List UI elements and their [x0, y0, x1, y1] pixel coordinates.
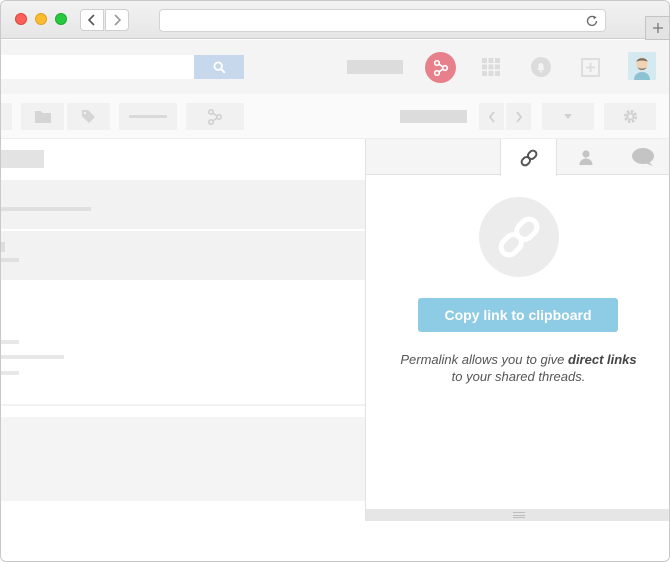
- list-item[interactable]: [1, 180, 365, 229]
- close-window-button[interactable]: [15, 13, 27, 25]
- search-button[interactable]: [194, 55, 244, 79]
- app-header: [1, 40, 669, 94]
- search-icon: [212, 60, 226, 74]
- search-input[interactable]: [1, 55, 194, 79]
- reload-icon[interactable]: [585, 14, 599, 28]
- permalink-illustration: [479, 197, 559, 277]
- grip-icon: [512, 512, 525, 518]
- apps-grid-icon: [482, 58, 500, 76]
- maximize-window-button[interactable]: [55, 13, 67, 25]
- header-placeholder: [347, 60, 403, 74]
- text-placeholder: [1, 207, 91, 211]
- new-tab-button[interactable]: [645, 16, 669, 40]
- address-bar[interactable]: [159, 9, 606, 32]
- avatar[interactable]: [628, 52, 656, 80]
- resize-handle[interactable]: [366, 509, 669, 521]
- panel-tabs: [366, 139, 669, 176]
- user-avatar-icon: [628, 52, 656, 80]
- gear-icon: [623, 110, 637, 123]
- text-placeholder: [1, 371, 19, 375]
- next-page-button[interactable]: [506, 103, 531, 130]
- back-icon: [87, 14, 95, 26]
- add-button[interactable]: [579, 55, 603, 79]
- notification-bell-icon: [531, 57, 551, 77]
- divider: [1, 404, 365, 406]
- share-thread-button[interactable]: [186, 103, 244, 130]
- share-icon: [433, 59, 448, 76]
- description-text: to your shared threads.: [451, 369, 586, 384]
- description-text: Permalink allows you to give: [400, 352, 568, 367]
- move-to-folder-button[interactable]: [21, 103, 64, 130]
- user-icon: [579, 150, 592, 165]
- add-icon: [581, 58, 600, 77]
- notifications-button[interactable]: [529, 55, 553, 79]
- comment-icon: [631, 148, 654, 166]
- share-button[interactable]: [425, 52, 456, 83]
- text-placeholder: [1, 355, 64, 359]
- settings-button[interactable]: [604, 103, 656, 130]
- toolbar-button-partial[interactable]: [1, 103, 12, 130]
- placeholder-bar: [129, 115, 167, 118]
- tab-comments[interactable]: [614, 139, 669, 175]
- permalink-panel: Copy link to clipboard Permalink allows …: [365, 139, 669, 521]
- list-header-placeholder: [1, 150, 44, 168]
- description-emphasis: direct links: [568, 352, 637, 367]
- dropdown-icon: [564, 114, 572, 119]
- label-button[interactable]: [67, 103, 110, 130]
- list-item[interactable]: [1, 281, 365, 405]
- message-toolbar: [1, 94, 669, 139]
- forward-icon: [114, 14, 122, 26]
- permalink-description: Permalink allows you to give direct link…: [396, 351, 641, 385]
- prev-icon: [488, 110, 495, 123]
- list-item[interactable]: [1, 231, 365, 280]
- next-icon: [515, 110, 522, 123]
- apps-grid-button[interactable]: [479, 55, 503, 79]
- new-tab-icon: [653, 23, 663, 33]
- tag-icon: [82, 110, 95, 123]
- browser-toolbar: [1, 1, 669, 40]
- back-button[interactable]: [80, 9, 104, 31]
- view-dropdown[interactable]: [542, 103, 594, 130]
- more-actions-button[interactable]: [119, 103, 177, 130]
- minimize-window-button[interactable]: [35, 13, 47, 25]
- copy-link-button[interactable]: Copy link to clipboard: [418, 298, 618, 332]
- link-icon: [498, 216, 540, 258]
- text-placeholder: [1, 258, 19, 262]
- folder-icon: [34, 111, 51, 123]
- share-icon: [207, 108, 223, 125]
- link-icon: [520, 149, 537, 166]
- pagination-placeholder: [400, 110, 467, 123]
- text-placeholder: [1, 242, 5, 252]
- prev-page-button[interactable]: [479, 103, 504, 130]
- message-list: [1, 139, 365, 521]
- tab-people[interactable]: [557, 139, 614, 175]
- forward-button[interactable]: [105, 9, 129, 31]
- text-placeholder: [1, 340, 19, 344]
- browser-window: Copy link to clipboard Permalink allows …: [0, 0, 670, 562]
- tab-permalink[interactable]: [500, 139, 557, 176]
- list-item[interactable]: [1, 417, 365, 501]
